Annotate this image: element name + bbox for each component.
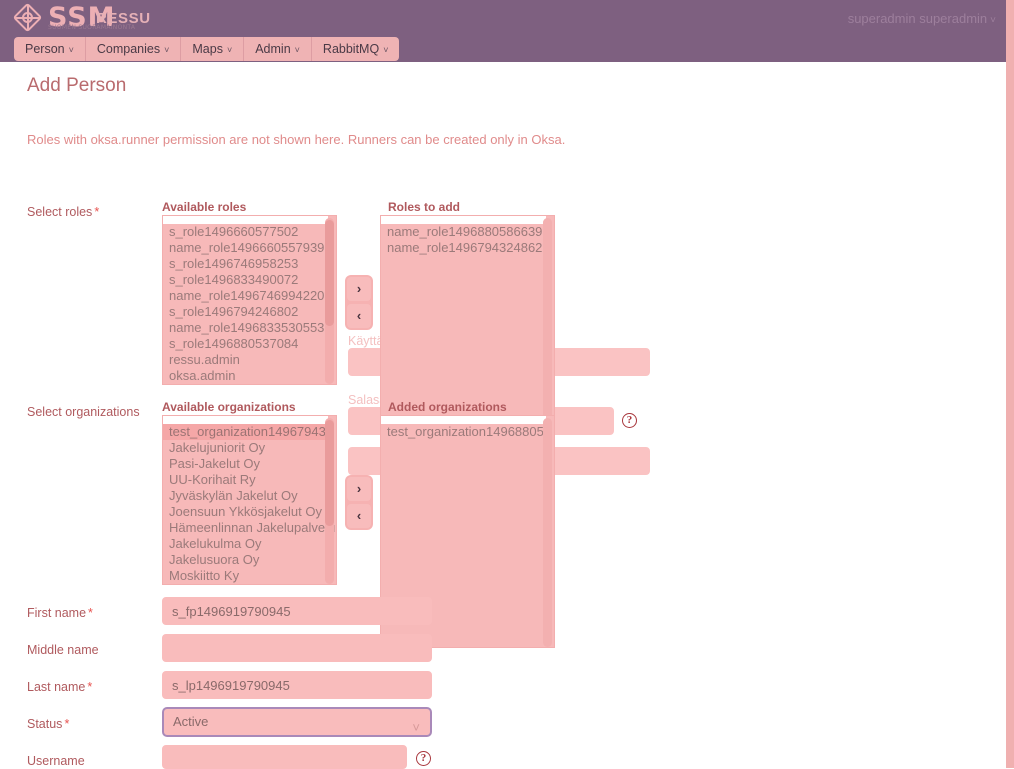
list-item[interactable]: s_role1496833490072 [163, 272, 328, 288]
list-item[interactable]: Moskiitto Ky [163, 568, 328, 584]
select-organizations-label: Select organizations [27, 405, 140, 419]
username-fi-label: Käyttä [348, 334, 384, 348]
user-menu-label: superadmin superadmin [847, 11, 988, 26]
page-title: Add Person [27, 75, 127, 96]
first-name-input[interactable] [162, 597, 432, 625]
chevron-down-icon: ˅ [412, 720, 420, 735]
list-item[interactable]: name_role1496833530553 [163, 320, 328, 336]
chevron-down-icon: ˅ [68, 45, 74, 55]
list-item[interactable]: name_role1496746994220 [163, 288, 328, 304]
organizations-transfer-buttons: › ‹ [345, 475, 373, 530]
nav-item-label: Maps [192, 42, 223, 56]
list-item[interactable]: test_organization14968805 [381, 424, 546, 440]
list-item[interactable]: Jakelusuora Oy [163, 552, 328, 568]
app-name: RESSU [96, 10, 151, 27]
remove-organization-button[interactable]: ‹ [347, 504, 371, 528]
chevron-down-icon: ˅ [990, 15, 996, 26]
chevron-down-icon: ˅ [383, 45, 389, 55]
chevron-down-icon: ˅ [294, 45, 300, 55]
notice-text: Roles with oksa.runner permission are no… [27, 132, 566, 147]
list-item[interactable]: Jakelukulma Oy [163, 536, 328, 552]
add-role-button[interactable]: › [347, 277, 371, 301]
list-item[interactable]: ressu.admin [163, 352, 328, 368]
nav-item-label: RabbitMQ [322, 42, 380, 56]
list-item[interactable]: oksa.admin [163, 368, 328, 384]
user-menu[interactable]: superadmin superadmin ˅ [848, 11, 996, 26]
chevron-down-icon: ˅ [164, 45, 170, 55]
available-organizations-list[interactable]: test_organization14967943: Jakelujuniorit… [163, 424, 335, 584]
list-item[interactable]: name_role1496660557939 [163, 240, 328, 256]
username-input[interactable] [162, 745, 407, 769]
status-select-value: Active [173, 714, 209, 729]
page-scrollbar[interactable] [1006, 0, 1014, 768]
added-organizations-caption: Added organizations [388, 400, 507, 414]
available-organizations-listbox[interactable]: test_organization14967943: Jakelujuniorit… [162, 415, 337, 585]
roles-to-add-caption: Roles to add [388, 200, 461, 214]
added-organizations-scrollbar[interactable] [543, 418, 552, 647]
middle-name-label: Middle name [27, 643, 99, 657]
available-organizations-caption: Available organizations [162, 400, 296, 414]
available-roles-caption: Available roles [162, 200, 247, 214]
nav-item-maps[interactable]: Maps ˅ [181, 37, 245, 61]
nav-item-label: Person [25, 42, 65, 56]
list-item[interactable]: Jakelujuniorit Oy [163, 440, 328, 456]
available-roles-list[interactable]: s_role1496660577502 name_role149666055793… [163, 224, 328, 384]
chevron-down-icon: ˅ [226, 45, 233, 55]
page-scrollbar-thumb[interactable] [1006, 0, 1014, 768]
last-name-input[interactable] [162, 671, 432, 699]
page-body: Add Person Roles with oksa.runner permis… [0, 62, 1006, 769]
available-organizations-scrollbar[interactable] [325, 418, 334, 584]
remove-role-button[interactable]: ‹ [347, 304, 371, 328]
list-item[interactable]: Hämeenlinnan Jakelupalvelu [163, 520, 335, 536]
list-item[interactable]: UU-Korihait Ry [163, 472, 328, 488]
roles-to-add-list[interactable]: name_role1496880586639 name_role149679432… [381, 224, 546, 256]
middle-name-input[interactable] [162, 634, 432, 662]
nav-item-admin[interactable]: Admin ˅ [244, 37, 312, 61]
password-help-icon[interactable]: ? [622, 413, 637, 428]
list-item[interactable]: s_role1496660577502 [163, 224, 328, 240]
status-select[interactable]: Active ˅ [162, 707, 432, 737]
nav-item-label: Admin [255, 42, 291, 56]
roles-transfer-buttons: › ‹ [345, 275, 373, 330]
main-nav: Person ˅ Companies ˅ Maps ˅ Admin ˅ RabbitMQ… [14, 37, 400, 61]
list-item[interactable]: s_role1496880537084 [163, 336, 328, 352]
username-label: Username [27, 754, 85, 768]
username-help-icon[interactable]: ? [416, 751, 431, 766]
nav-item-companies[interactable]: Companies ˅ [86, 37, 182, 61]
last-name-label: Last name * [27, 680, 93, 694]
list-item[interactable]: s_role1496794246802 [163, 304, 328, 320]
select-roles-label: Select roles * [27, 205, 100, 219]
ssm-diamond-icon [12, 2, 43, 33]
available-roles-listbox[interactable]: s_role1496660577502 name_role149666055793… [162, 215, 337, 385]
list-item[interactable]: s_role1496746958253 [163, 256, 328, 272]
list-item[interactable]: name_role1496880586639 [381, 224, 546, 240]
nav-item-label: Companies [96, 42, 161, 56]
roles-to-add-scrollbar[interactable] [543, 218, 552, 447]
list-item[interactable]: Jyväskylän Jakelut Oy [163, 488, 328, 504]
nav-item-rabbitmq[interactable]: RabbitMQ ˅ [312, 37, 400, 61]
nav-item-person[interactable]: Person ˅ [14, 37, 86, 61]
added-organizations-list[interactable]: test_organization14968805 [381, 424, 546, 440]
top-bar: SSM SUOMEN SUORAMAINONTA RESSU superadmi… [0, 0, 1006, 62]
list-item[interactable]: name_role1496794324862 [381, 240, 546, 256]
first-name-label: First name * [27, 606, 93, 620]
add-organization-button[interactable]: › [347, 477, 371, 501]
available-roles-scrollbar[interactable] [325, 218, 334, 384]
list-item[interactable]: Pasi-Jakelut Oy [163, 456, 328, 472]
status-label: Status * [27, 717, 70, 731]
list-item[interactable]: test_organization14967943: [163, 424, 329, 440]
list-item[interactable]: Joensuun Ykkösjakelut Oy [163, 504, 328, 520]
